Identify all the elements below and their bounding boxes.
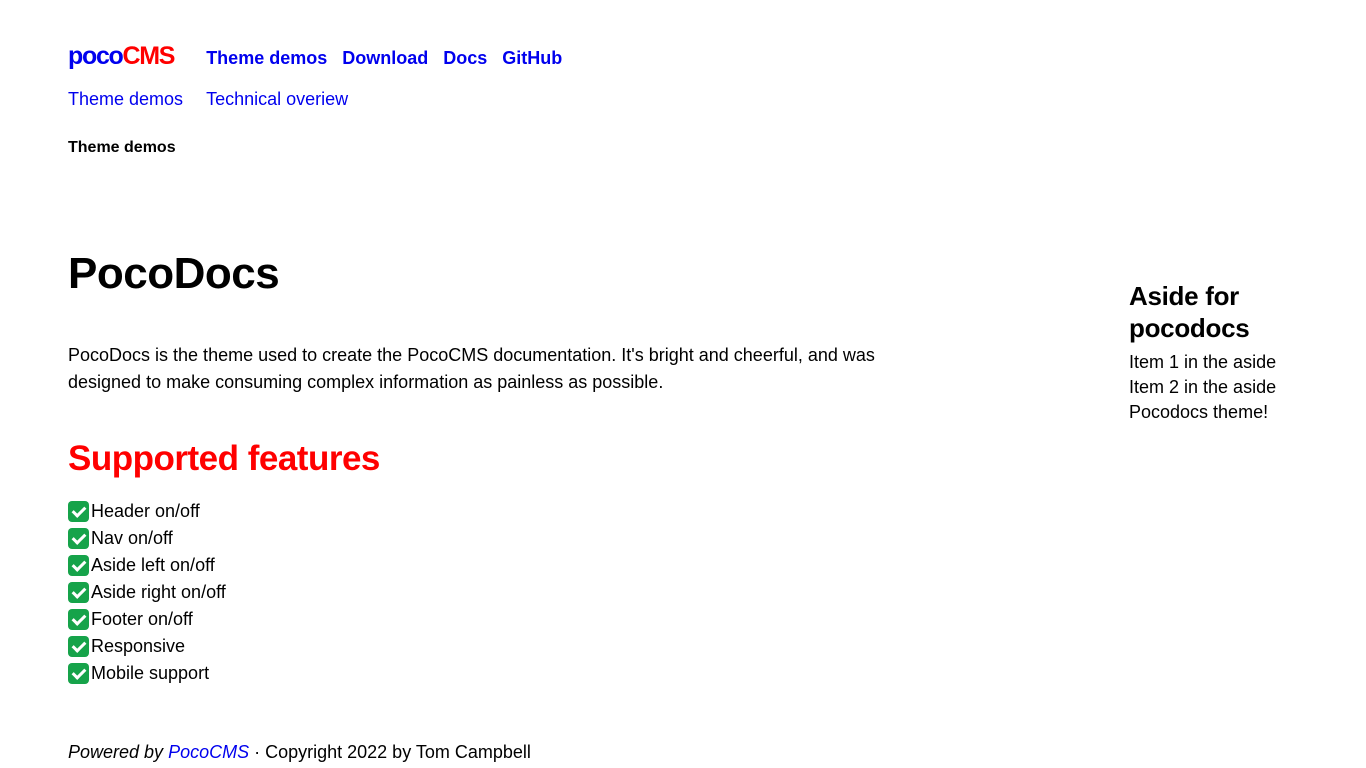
features-heading: Supported features [68,439,380,478]
feature-item: Mobile support [68,660,908,687]
sub-nav-theme-demos[interactable]: Theme demos [68,88,183,110]
copyright-text: · Copyright 2022 by Tom Campbell [249,742,531,762]
aside-item: Item 1 in the aside [1129,352,1277,372]
feature-label: Aside right on/off [91,582,226,602]
feature-item: Aside right on/off [68,579,908,606]
feature-label: Footer on/off [91,609,193,629]
breadcrumb: Theme demos [68,139,176,156]
logo-part-cms: CMS [122,41,176,70]
powered-by-text: Powered by [68,742,164,762]
site-header: poco CMS Theme demos Download Docs GitHub [68,40,562,72]
footer-pococms-link[interactable]: PocoCMS [168,742,249,762]
check-mark-button-icon [68,609,89,630]
top-nav: Theme demos Download Docs GitHub [206,45,562,67]
aside-title: Aside for pocodocs [1129,281,1250,343]
check-mark-button-icon [68,582,89,603]
aside-item: Pocodocs theme! [1129,402,1269,422]
check-mark-button-icon [68,636,89,657]
aside-item: Item 2 in the aside [1129,377,1277,397]
logo-part-poco: poco [68,41,124,70]
intro-paragraph: PocoDocs is the theme used to create the… [68,345,875,392]
feature-label: Header on/off [91,501,200,521]
feature-label: Nav on/off [91,528,173,548]
check-mark-button-icon [68,663,89,684]
feature-item: Nav on/off [68,525,908,552]
check-mark-button-icon [68,501,89,522]
check-mark-button-icon [68,528,89,549]
feature-item: Footer on/off [68,606,908,633]
sub-nav-technical-overview[interactable]: Technical overiew [206,88,348,110]
feature-label: Responsive [91,636,186,656]
feature-label: Mobile support [91,663,210,683]
aside-list: Item 1 in the aside Item 2 in the aside … [1129,350,1329,425]
site-footer: Powered by PocoCMS · Copyright 2022 by T… [68,740,531,764]
top-nav-docs[interactable]: Docs [443,45,487,67]
feature-label: Aside left on/off [91,555,215,575]
feature-item: Header on/off [68,498,908,525]
features-list: Header on/off Nav on/off Aside left on/o… [68,498,908,687]
top-nav-theme-demos[interactable]: Theme demos [206,45,327,67]
main-article: PocoDocs PocoDocs is the theme used to c… [68,246,908,687]
aside-right: Aside for pocodocs Item 1 in the aside I… [1129,280,1329,425]
site-logo[interactable]: poco CMS [68,41,176,70]
sub-nav: Theme demos Technical overiew [68,88,348,110]
page-title: PocoDocs [68,249,280,298]
top-nav-download[interactable]: Download [342,45,428,67]
page: poco CMS Theme demos Download Docs GitHub… [0,0,1366,768]
check-mark-button-icon [68,555,89,576]
top-nav-github[interactable]: GitHub [502,45,562,67]
feature-item: Aside left on/off [68,552,908,579]
feature-item: Responsive [68,633,908,660]
